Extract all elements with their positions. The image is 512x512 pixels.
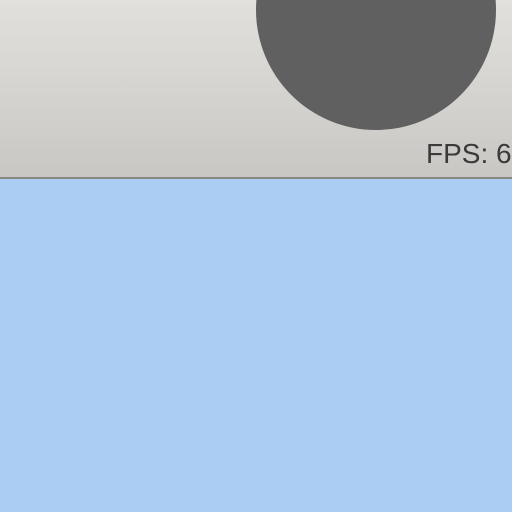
app-frame: FPS: 6 bbox=[0, 0, 512, 512]
render-canvas[interactable] bbox=[0, 179, 512, 512]
fps-counter: FPS: 6 bbox=[426, 138, 512, 169]
chevron-down-icon bbox=[256, 0, 496, 130]
top-toolbar: FPS: 6 bbox=[0, 0, 512, 177]
collapse-button[interactable] bbox=[256, 0, 496, 130]
